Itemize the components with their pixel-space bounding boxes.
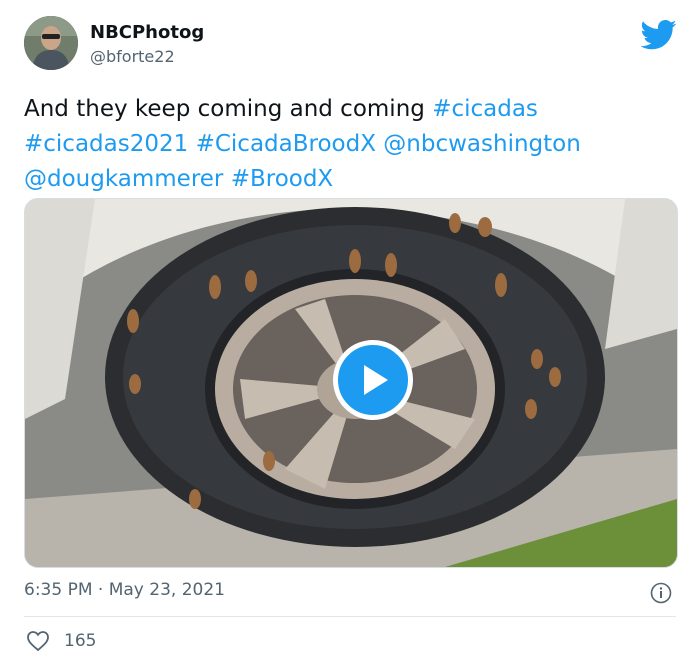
twitter-bird-icon[interactable] <box>641 20 677 50</box>
hashtag-cicadas[interactable]: #cicadas <box>432 96 538 122</box>
mention-nbcwashington[interactable]: @nbcwashington <box>383 131 581 157</box>
avatar[interactable] <box>24 16 78 70</box>
like-count: 165 <box>64 631 97 651</box>
tweet-timestamp[interactable]: 6:35 PM · May 23, 2021 <box>24 580 225 600</box>
video-thumbnail[interactable] <box>24 198 678 568</box>
tweet-text: And they keep coming and coming #cicadas… <box>24 92 676 197</box>
hashtag-cicadabroodx[interactable]: #CicadaBroodX <box>196 131 376 157</box>
play-button[interactable] <box>333 340 413 420</box>
hashtag-broodx[interactable]: #BroodX <box>231 166 334 192</box>
hashtag-cicadas2021[interactable]: #cicadas2021 <box>24 131 188 157</box>
user-handle[interactable]: @bforte22 <box>90 47 175 66</box>
divider <box>24 616 676 617</box>
info-icon[interactable] <box>650 582 672 604</box>
tweet-text-plain: And they keep coming and coming <box>24 96 433 122</box>
play-icon <box>364 365 388 395</box>
display-name[interactable]: NBCPhotog <box>90 22 204 43</box>
heart-icon[interactable] <box>26 630 50 652</box>
mention-dougkammerer[interactable]: @dougkammerer <box>24 166 223 192</box>
